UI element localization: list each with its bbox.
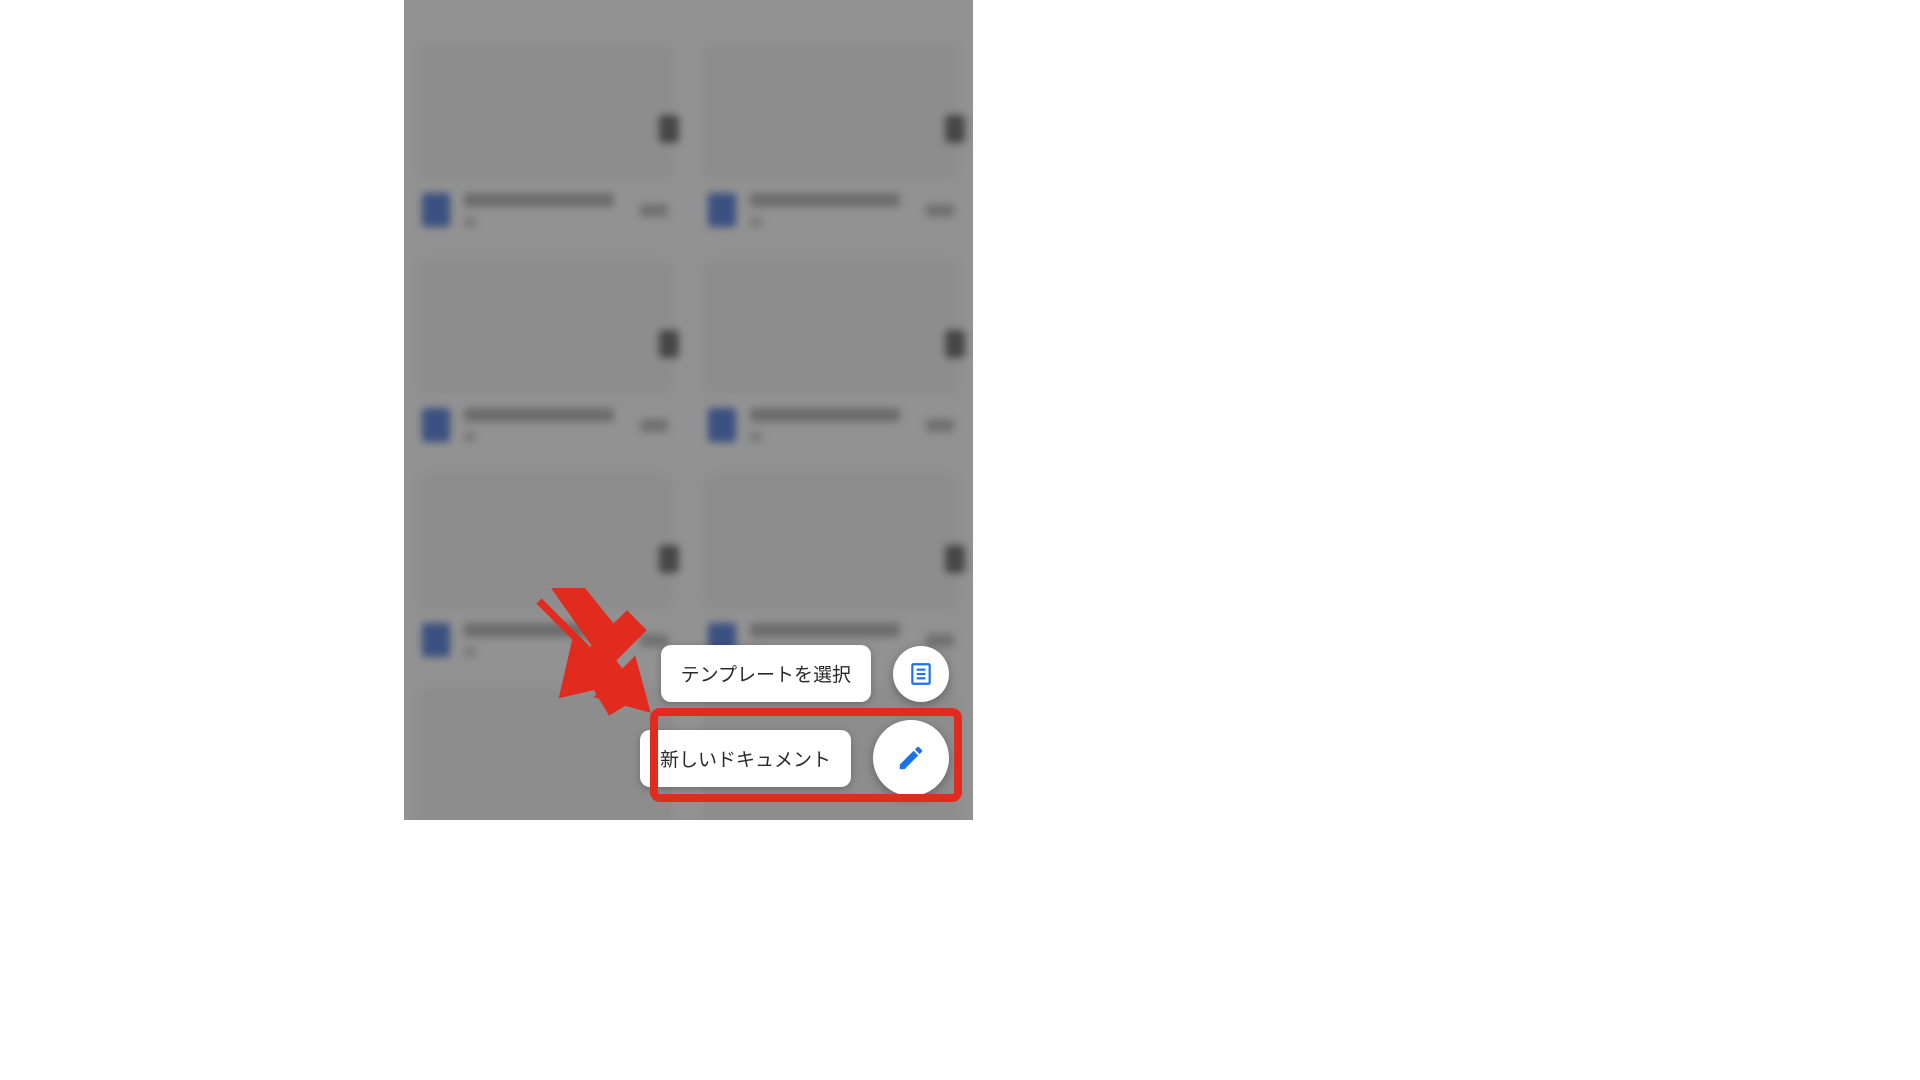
fab-option-label: テンプレートを選択: [661, 645, 871, 702]
template-icon: [908, 661, 934, 687]
app-screen: テンプレートを選択 新しいドキュメント: [404, 0, 973, 820]
annotation-arrow-icon: [532, 595, 662, 725]
fab-option-template[interactable]: テンプレートを選択: [661, 645, 949, 702]
template-icon-button[interactable]: [893, 646, 949, 702]
annotation-highlight: [650, 708, 962, 802]
